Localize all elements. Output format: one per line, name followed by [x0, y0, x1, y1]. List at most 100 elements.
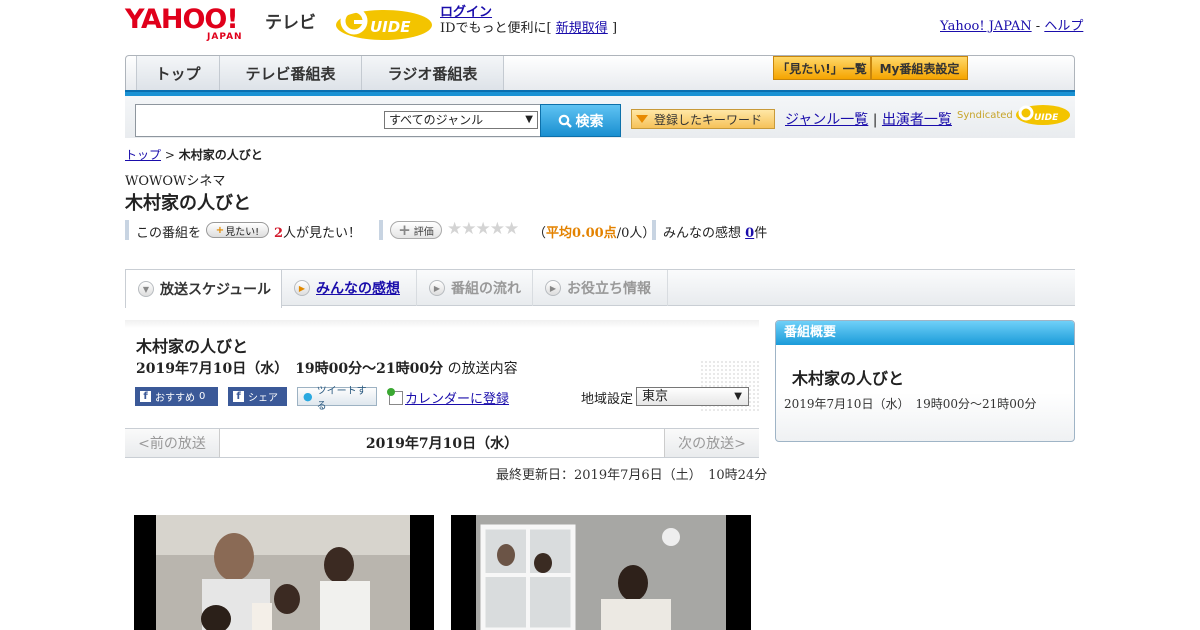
nav-tab-radio-listings[interactable]: ラジオ番組表	[362, 56, 504, 91]
genre-list-link[interactable]: ジャンル一覧	[785, 112, 868, 128]
login-area: ログイン IDでもっと便利に[ 新規取得 ]	[440, 5, 617, 37]
help-link[interactable]: ヘルプ	[1044, 19, 1083, 34]
chevron-right-icon: ▶	[545, 280, 561, 296]
gguide-small-logo: UIDE	[1015, 105, 1070, 125]
tab-schedule[interactable]: ▼ 放送スケジュール	[125, 270, 282, 308]
breadcrumb-top-link[interactable]: トップ	[125, 148, 161, 162]
search-button-label: 検索	[575, 113, 604, 130]
tweet-label: ツイートする	[316, 385, 367, 412]
last-updated: 最終更新日：2019年7月6日（土） 10時24分	[496, 468, 768, 483]
rating-button[interactable]: + 評価	[390, 221, 442, 239]
svg-text:UIDE: UIDE	[1034, 113, 1059, 123]
avg-score: 平均0.00点	[546, 226, 617, 241]
facebook-icon: f	[140, 391, 151, 402]
facebook-recommend-button[interactable]: f おすすめ 0	[135, 387, 218, 406]
mitai-suffix: 人が見たい！	[283, 226, 362, 241]
yahoo-japan-link[interactable]: Yahoo! JAPAN	[940, 19, 1032, 34]
next-broadcast-button[interactable]: 次の放送>	[664, 429, 759, 457]
dropdown-arrow-icon: ▼	[525, 114, 533, 125]
mitai-button[interactable]: + 見たい!	[206, 222, 269, 238]
region-select-value: 東京	[642, 389, 669, 404]
main-nav: トップ テレビ番組表 ラジオ番組表 「見たい!」一覧 My番組表設定	[125, 55, 1075, 91]
calendar-icon	[387, 387, 403, 405]
avg-people: /0人）	[616, 226, 656, 241]
plus-icon: +	[215, 224, 225, 236]
program-photo[interactable]	[134, 515, 434, 630]
prev-broadcast-button[interactable]: <前の放送	[125, 429, 220, 457]
rating-button-label: 評価	[413, 226, 434, 238]
my-bangumi-settings-button[interactable]: My番組表設定	[871, 56, 968, 80]
breadcrumb-sep: >	[164, 148, 175, 162]
program-overview-heading: 番組概要	[776, 321, 1074, 345]
gguide-logo[interactable]: UIDE	[334, 6, 434, 42]
registered-keyword-button[interactable]: 登録したキーワード	[631, 109, 775, 129]
tab-schedule-label: 放送スケジュール	[160, 282, 272, 298]
broadcast-title: 木村家の人びと	[136, 337, 249, 356]
recommend-count: 0	[199, 391, 206, 402]
id-promo-text: IDでもっと便利に[	[440, 21, 552, 36]
yahoo-logo-japan: JAPAN	[207, 32, 243, 42]
program-still-image	[134, 515, 434, 630]
mitai-list-button[interactable]: 「見たい!」一覧	[773, 56, 871, 80]
tab-program-flow[interactable]: ▶ 番組の流れ	[417, 270, 533, 306]
yahoo-japan-logo[interactable]: YAHOO! JAPAN	[125, 6, 261, 42]
facebook-icon: f	[233, 391, 244, 402]
chevron-right-icon: ▶	[429, 280, 445, 296]
broadcast-navigation: <前の放送 2019年7月10日（水） 次の放送>	[125, 428, 759, 458]
top-right-links: Yahoo! JAPAN - ヘルプ	[940, 15, 1083, 34]
share-label: シェア	[248, 393, 278, 404]
program-photo[interactable]	[451, 515, 751, 630]
tv-label[interactable]: テレビ	[265, 8, 316, 33]
syndicated-gguide: Syndicated UIDE	[957, 103, 1071, 127]
performers-list-link[interactable]: 出演者一覧	[882, 112, 952, 128]
stats-divider	[379, 220, 383, 240]
link-separator: -	[1035, 19, 1041, 34]
genre-links: ジャンル一覧 | 出演者一覧	[785, 109, 952, 129]
tab-impressions-label: みんなの感想	[316, 281, 400, 297]
triangle-down-icon	[636, 115, 648, 123]
region-label: 地域設定	[581, 392, 634, 407]
genre-select-value: すべてのジャンル	[389, 113, 484, 127]
kansou-count-link[interactable]: 0	[745, 226, 754, 241]
tab-useful-info[interactable]: ▶ お役立ち情報	[533, 270, 668, 306]
breadcrumb-current: 木村家の人びと	[178, 148, 263, 162]
kansou-unit: 件	[754, 226, 768, 241]
id-promo-end: ]	[611, 21, 618, 36]
dropdown-arrow-icon: ▼	[734, 391, 742, 402]
tab-impressions[interactable]: ▶ みんなの感想	[282, 270, 417, 306]
register-link[interactable]: 新規取得	[556, 21, 608, 36]
current-day-label: 2019年7月10日（水）	[220, 429, 664, 457]
nav-tab-top[interactable]: トップ	[136, 56, 220, 91]
gguide-logo-graphic: UIDE	[336, 7, 432, 40]
plus-icon: +	[398, 221, 411, 239]
facebook-share-button[interactable]: f シェア	[228, 387, 287, 406]
chevron-down-icon: ▼	[138, 281, 154, 297]
stats-divider	[652, 220, 656, 240]
add-to-calendar[interactable]: カレンダーに登録	[387, 387, 509, 407]
add-to-calendar-link[interactable]: カレンダーに登録	[405, 388, 509, 407]
mitai-button-label: 見たい!	[225, 226, 260, 238]
star-rating: ★★★★★	[447, 219, 519, 239]
registered-keyword-label: 登録したキーワード	[654, 112, 763, 127]
kansou-label: みんなの感想	[663, 226, 742, 241]
program-still-image	[451, 515, 751, 630]
chevron-right-icon: ▶	[294, 280, 310, 296]
nav-tab-tv-listings[interactable]: テレビ番組表	[220, 56, 362, 91]
recommend-label: おすすめ	[155, 393, 195, 404]
program-overview-title: 木村家の人びと	[792, 369, 905, 388]
search-icon	[558, 114, 572, 128]
breadcrumb: トップ > 木村家の人びと	[125, 146, 263, 163]
program-overview-panel: 番組概要 木村家の人びと 2019年7月10日（水） 19時00分～21時00分	[775, 320, 1075, 442]
tab-useful-info-label: お役立ち情報	[567, 281, 651, 297]
region-select[interactable]: 東京 ▼	[636, 387, 749, 406]
tweet-button[interactable]: ● ツイートする	[297, 386, 377, 412]
syndicated-label: Syndicated	[957, 109, 1013, 121]
yahoo-logo-text: YAHOO!	[125, 4, 239, 35]
channel-name: WOWOWシネマ	[125, 174, 226, 189]
genre-select[interactable]: すべてのジャンル ▼	[384, 111, 538, 129]
air-datetime: 2019年7月10日（水） 19時00分～21時00分	[136, 361, 444, 377]
search-button[interactable]: 検索	[540, 104, 621, 137]
avg-open: （	[533, 226, 547, 241]
air-suffix: の放送内容	[447, 361, 518, 377]
login-link[interactable]: ログイン	[440, 5, 492, 20]
